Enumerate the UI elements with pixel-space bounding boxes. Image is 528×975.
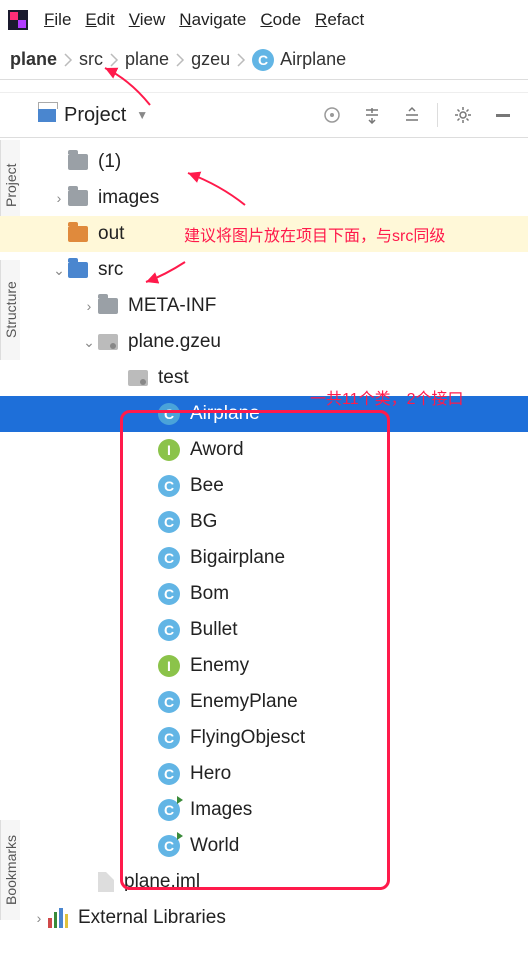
- class-icon: C: [158, 511, 180, 533]
- package-icon: [128, 370, 148, 386]
- class-icon: C: [158, 475, 180, 497]
- chevron-right-icon: [109, 52, 119, 68]
- tree-iml-file[interactable]: plane.iml: [0, 864, 528, 900]
- select-opened-file-button[interactable]: [317, 100, 347, 130]
- tree-class-item[interactable]: C Images: [0, 792, 528, 828]
- menu-refactor[interactable]: Refact: [315, 10, 364, 30]
- class-icon: C: [252, 49, 274, 71]
- crumb-class[interactable]: Airplane: [280, 49, 346, 70]
- chevron-down-icon[interactable]: ⌄: [50, 262, 68, 279]
- class-icon: C: [158, 691, 180, 713]
- tree-item-label: Bullet: [190, 619, 238, 641]
- chevron-right-icon[interactable]: ›: [30, 910, 48, 926]
- crumb-gzeu[interactable]: gzeu: [191, 49, 230, 70]
- crumb-root[interactable]: plane: [10, 49, 57, 70]
- tree-class-item[interactable]: C FlyingObjesct: [0, 720, 528, 756]
- class-icon: C: [158, 763, 180, 785]
- package-icon: [98, 334, 118, 350]
- tree-item-label: Images: [190, 799, 252, 821]
- class-icon: C: [158, 727, 180, 749]
- menu-file[interactable]: FFileile: [44, 10, 71, 30]
- tree-images[interactable]: ›images: [0, 180, 528, 216]
- tree-class-item[interactable]: C EnemyPlane: [0, 684, 528, 720]
- class-icon: C: [158, 835, 180, 857]
- libraries-icon: [48, 908, 68, 928]
- crumb-plane[interactable]: plane: [125, 49, 169, 70]
- app-logo-icon: [6, 8, 30, 32]
- crumb-src[interactable]: src: [79, 49, 103, 70]
- chevron-right-icon[interactable]: ›: [50, 190, 68, 206]
- chevron-right-icon: [236, 52, 246, 68]
- class-icon: C: [158, 583, 180, 605]
- tree-root[interactable]: (1): [0, 144, 528, 180]
- project-tree: (1) ›images out ⌄src ›META-INF ⌄plane.gz…: [0, 138, 528, 936]
- tree-test[interactable]: test: [0, 360, 528, 396]
- tree-class-item[interactable]: C World: [0, 828, 528, 864]
- chevron-right-icon: [63, 52, 73, 68]
- breadcrumb: plane src plane gzeu C Airplane: [0, 40, 528, 80]
- collapse-all-button[interactable]: [397, 100, 427, 130]
- tree-item-label: World: [190, 835, 239, 857]
- folder-icon: [68, 226, 88, 242]
- project-view-icon: [38, 108, 56, 122]
- tree-class-item[interactable]: C Airplane: [0, 396, 528, 432]
- tree-meta-inf[interactable]: ›META-INF: [0, 288, 528, 324]
- interface-icon: I: [158, 655, 180, 677]
- class-icon: C: [158, 547, 180, 569]
- divider: [437, 103, 438, 127]
- tree-item-label: Bee: [190, 475, 224, 497]
- chevron-right-icon[interactable]: ›: [80, 298, 98, 314]
- tree-item-label: Airplane: [190, 403, 260, 425]
- class-icon: C: [158, 619, 180, 641]
- menu-navigate[interactable]: Navigate: [179, 10, 246, 30]
- dropdown-caret-icon[interactable]: ▼: [136, 108, 148, 122]
- class-icon: C: [158, 403, 180, 425]
- menu-edit[interactable]: Edit: [85, 10, 114, 30]
- settings-button[interactable]: [448, 100, 478, 130]
- folder-icon: [98, 298, 118, 314]
- folder-icon: [68, 154, 88, 170]
- tree-item-label: BG: [190, 511, 217, 533]
- menu-bar: FFileile Edit View Navigate Code Refact: [0, 0, 528, 40]
- tree-class-item[interactable]: C Bullet: [0, 612, 528, 648]
- tree-item-label: Bom: [190, 583, 229, 605]
- chevron-down-icon[interactable]: ⌄: [80, 334, 98, 351]
- hide-button[interactable]: [488, 100, 518, 130]
- chevron-right-icon: [175, 52, 185, 68]
- tree-item-label: Bigairplane: [190, 547, 285, 569]
- tree-class-item[interactable]: C Bigairplane: [0, 540, 528, 576]
- tree-out[interactable]: out: [0, 216, 528, 252]
- tree-class-item[interactable]: C Bom: [0, 576, 528, 612]
- folder-icon: [68, 190, 88, 206]
- tree-item-label: Enemy: [190, 655, 249, 677]
- menu-view[interactable]: View: [129, 10, 166, 30]
- folder-icon: [68, 262, 88, 278]
- class-icon: C: [158, 799, 180, 821]
- menu-code[interactable]: Code: [260, 10, 301, 30]
- project-view-label[interactable]: Project: [64, 104, 126, 127]
- interface-icon: I: [158, 439, 180, 461]
- tree-src[interactable]: ⌄src: [0, 252, 528, 288]
- tree-item-label: Aword: [190, 439, 244, 461]
- tree-item-label: FlyingObjesct: [190, 727, 305, 749]
- tree-item-label: EnemyPlane: [190, 691, 298, 713]
- file-icon: [98, 872, 114, 892]
- tree-external-libraries[interactable]: ›External Libraries: [0, 900, 528, 936]
- tree-class-item[interactable]: C Hero: [0, 756, 528, 792]
- project-toolbar: Project ▼: [0, 92, 528, 138]
- tree-class-item[interactable]: C BG: [0, 504, 528, 540]
- tree-class-item[interactable]: I Enemy: [0, 648, 528, 684]
- tree-item-label: Hero: [190, 763, 231, 785]
- tree-package[interactable]: ⌄plane.gzeu: [0, 324, 528, 360]
- expand-all-button[interactable]: [357, 100, 387, 130]
- tree-class-item[interactable]: C Bee: [0, 468, 528, 504]
- tree-class-item[interactable]: I Aword: [0, 432, 528, 468]
